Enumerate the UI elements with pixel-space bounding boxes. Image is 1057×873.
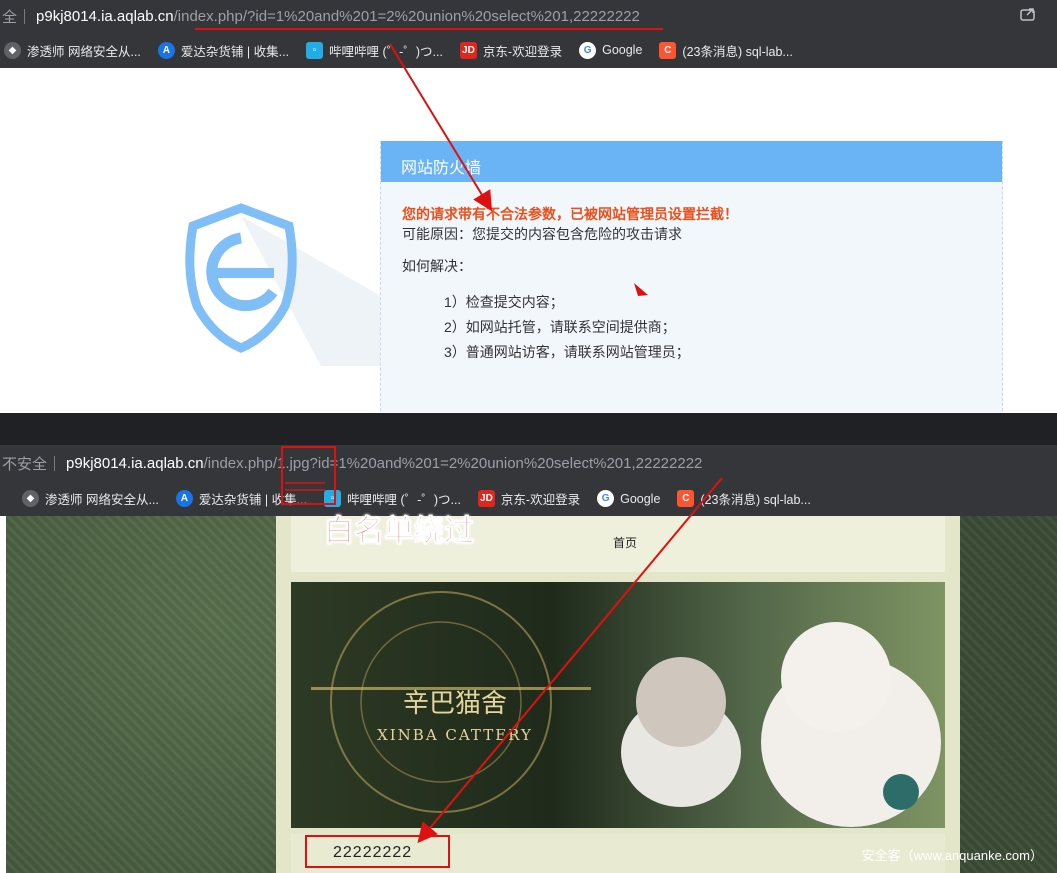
penetration-icon: ◆ [4, 41, 21, 59]
bookmark-item[interactable]: JD 京东-欢迎登录 [459, 41, 563, 60]
bookmark-label: 渗透师 网络安全从... [27, 44, 141, 59]
nav-home-link[interactable]: 首页 [613, 534, 637, 551]
waf-alert-text: 您的请求带有不合法参数，已被网站管理员设置拦截！ [402, 206, 738, 222]
waf-step-2: 2）如网站托管，请联系空间提供商； [444, 319, 676, 335]
content-frame: 首页 辛巴猫舍 XINBA CATTERY [276, 516, 960, 873]
bookmark-label: Google [620, 491, 661, 506]
watermark: 安全客（www.anquanke.com） [861, 848, 1043, 863]
bookmark-item[interactable]: C (23条消息) sql-lab... [677, 489, 811, 508]
bookmark-item[interactable]: G Google [579, 41, 643, 59]
annotation-label: 白名单绕过 [324, 515, 475, 549]
waf-step-3: 3）普通网站访客，请联系网站管理员； [444, 344, 690, 360]
bookmark-label: 京东-欢迎登录 [482, 44, 563, 59]
waf-message-box: 网站防火墙 您的请求带有不合法参数，已被网站管理员设置拦截！ 可能原因：您提交的… [380, 141, 1003, 413]
screenshot-divider [0, 413, 1057, 445]
bookmark-label: 爱达杂货铺 | 收集... [198, 493, 308, 507]
banner-en-title: XINBA CATTERY [377, 726, 533, 744]
csdn-icon: C [659, 41, 677, 59]
bookmark-label: Google [602, 43, 643, 57]
bookmark-item[interactable]: JD 京东-欢迎登录 [477, 489, 581, 508]
waf-how-label: 如何解决： [402, 258, 472, 274]
bookmark-item[interactable]: ◆ 渗透师 网络安全从... [22, 489, 159, 508]
jd-icon: JD [459, 41, 477, 59]
bookmark-item[interactable]: A 爱达杂货铺 | 收集... [175, 489, 308, 508]
bookmark-item[interactable]: ◆ 渗透师 网络安全从... [4, 41, 141, 60]
bottom-address-bar[interactable]: 不安全｜ p9kj8014.ia.aqlab.cn /index.php/1.j… [0, 445, 1057, 481]
bilibili-icon: ▫ [324, 490, 342, 507]
bottom-url-host: p9kj8014.ia.aqlab.cn [66, 454, 204, 472]
bookmark-label: 京东-欢迎登录 [500, 493, 581, 507]
injected-output-value: 22222222 [333, 844, 413, 861]
csdn-icon: C [677, 490, 695, 507]
banner-art: 辛巴猫舍 XINBA CATTERY [311, 591, 941, 827]
bookmark-item[interactable]: C (23条消息) sql-lab... [659, 41, 793, 60]
bookmark-label: 爱达杂货铺 | 收集... [180, 44, 290, 59]
bottom-security-indicator[interactable]: 不安全｜ [2, 453, 62, 474]
bottom-bookmarks-bar: ◆ 渗透师 网络安全从... A 爱达杂货铺 | 收集... ▫ 哔哩哔哩 (゜-゜)つ.… [0, 481, 1057, 516]
top-url-path: /index.php/?id=1%20and%201=2%20union%20s… [173, 7, 640, 25]
bottom-url-path: /index.php/1.jpg?id=1%20and%201=2%20unio… [203, 454, 703, 472]
penetration-icon: ◆ [22, 490, 39, 507]
google-icon: G [597, 490, 615, 507]
a-circle-icon: A [157, 41, 175, 59]
bilibili-icon: ▫ [306, 41, 324, 59]
a-circle-icon: A [175, 490, 193, 507]
bookmark-label: 渗透师 网络安全从... [45, 493, 159, 507]
waf-block-page: 网站防火墙 您的请求带有不合法参数，已被网站管理员设置拦截！ 可能原因：您提交的… [6, 68, 1057, 413]
top-url-host: p9kj8014.ia.aqlab.cn [36, 7, 174, 25]
top-security-indicator[interactable]: 全｜ [2, 6, 32, 27]
bookmark-item[interactable]: A 爱达杂货铺 | 收集... [157, 41, 290, 60]
bookmark-label: (23条消息) sql-lab... [700, 493, 811, 507]
bookmark-item[interactable]: ▫ 哔哩哔哩 (゜-゜)つ... [306, 41, 443, 60]
cattery-page: 首页 辛巴猫舍 XINBA CATTERY 22222222 安全客（www.a… [6, 516, 1057, 873]
jd-icon: JD [477, 490, 495, 507]
shield-e-logo [185, 203, 381, 366]
waf-title: 网站防火墙 [381, 141, 1002, 182]
share-icon[interactable] [1019, 6, 1037, 22]
top-address-bar[interactable]: 全｜ p9kj8014.ia.aqlab.cn /index.php/?id=1… [0, 0, 1057, 32]
waf-step-1: 1）检查提交内容； [444, 294, 564, 310]
banner-cn-title: 辛巴猫舍 [403, 689, 507, 719]
cattery-banner: 辛巴猫舍 XINBA CATTERY [291, 582, 945, 828]
bookmark-label: (23条消息) sql-lab... [682, 44, 793, 59]
waf-reason-text: 可能原因：您提交的内容包含危险的攻击请求 [402, 226, 682, 242]
top-bookmarks-bar: ◆ 渗透师 网络安全从... A 爱达杂货铺 | 收集... ▫ 哔哩哔哩 (゜-゜)つ.… [0, 32, 1057, 68]
bookmark-item[interactable]: G Google [597, 490, 660, 507]
google-icon: G [579, 41, 597, 59]
bookmark-label: 哔哩哔哩 (゜-゜)つ... [329, 44, 443, 59]
